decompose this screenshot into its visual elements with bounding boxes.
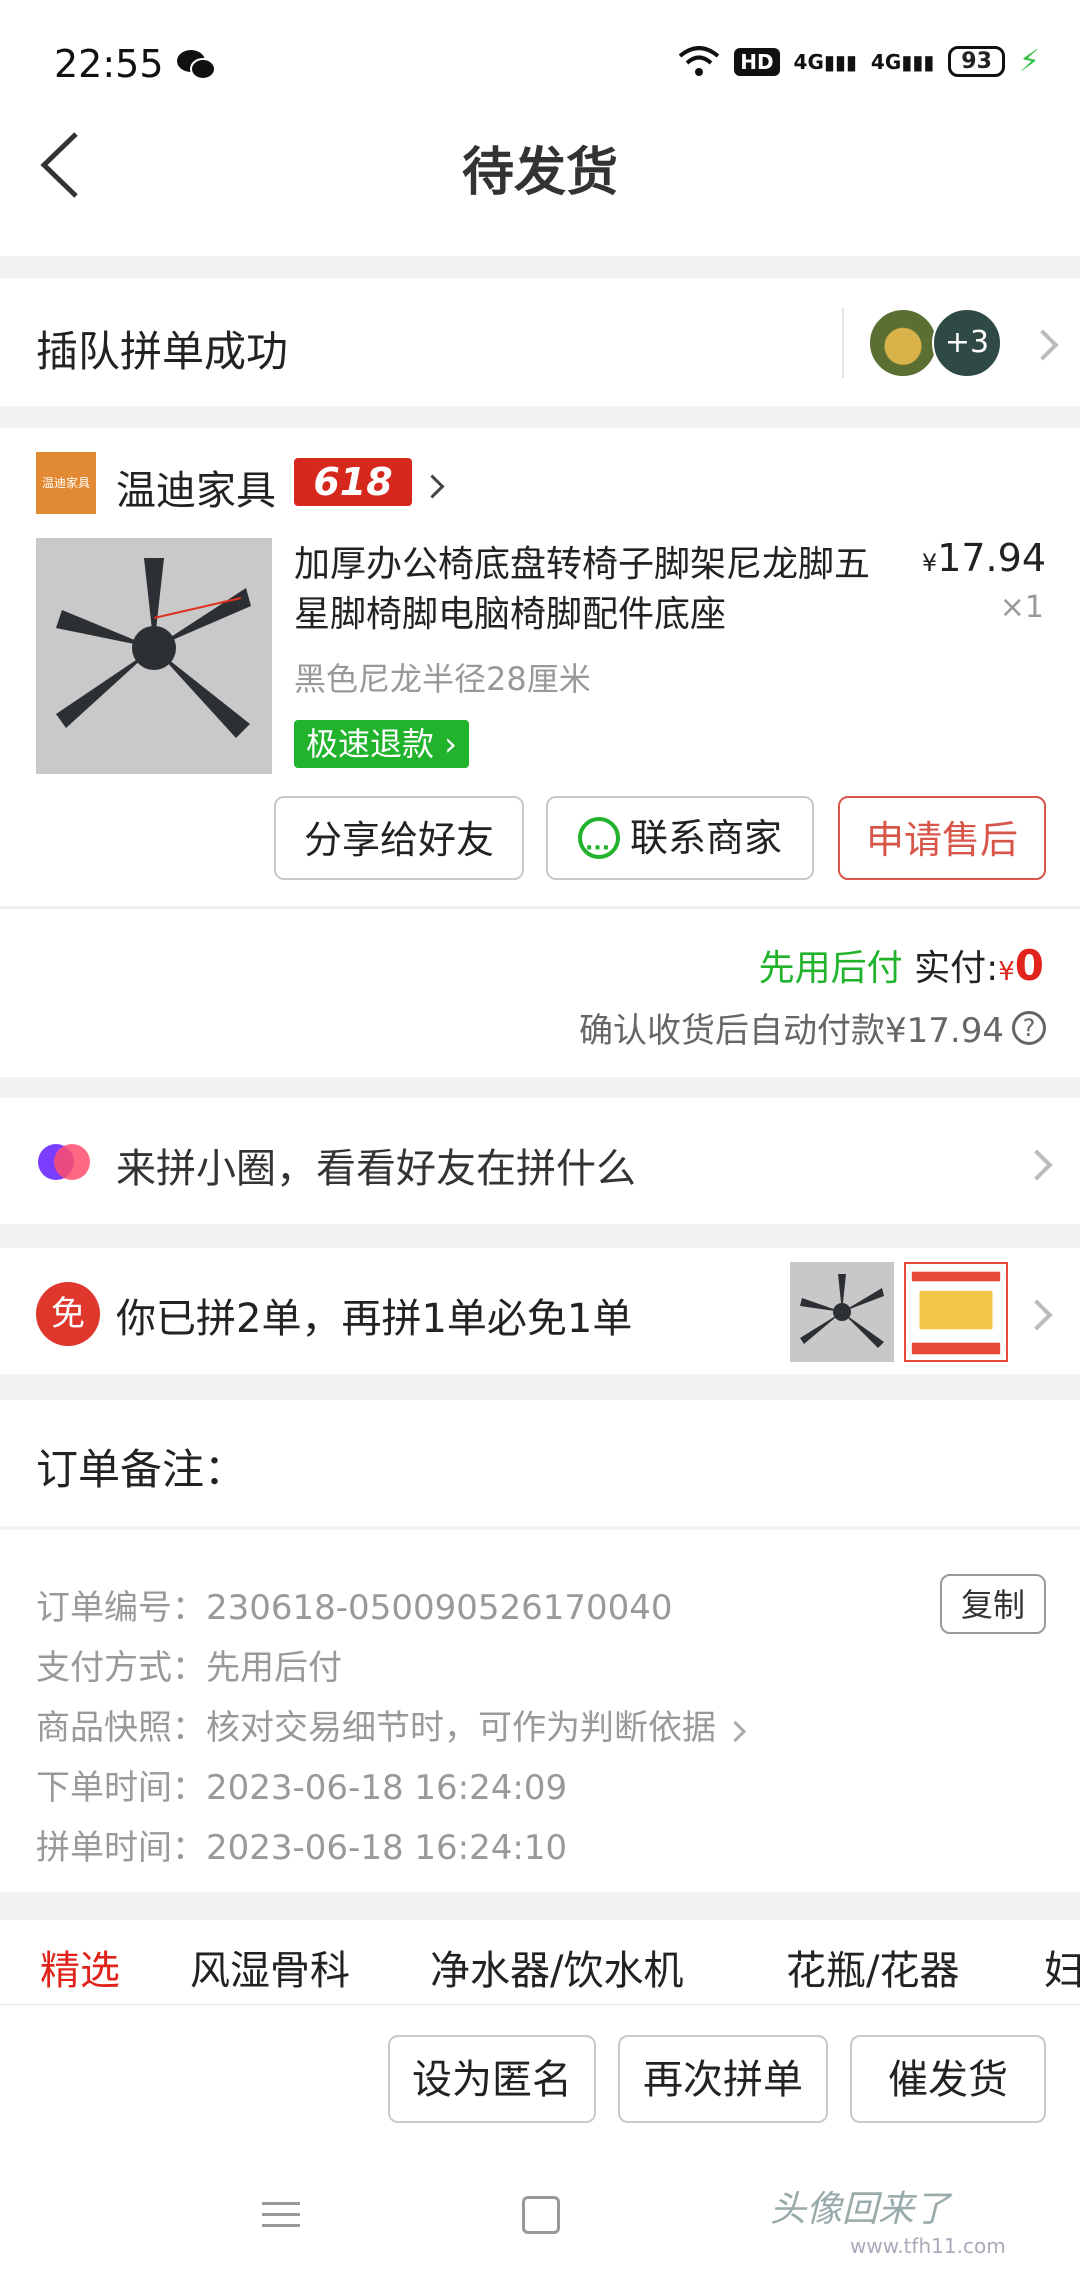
category-tabs: 精选 风湿骨科 净水器/饮水机 花瓶/花器 妇 [0,1920,1080,2004]
contact-merchant-label: 联系商家 [629,816,782,860]
signal-icon-2: 4G▮▮▮ [870,49,935,74]
chevron-right-icon [724,1720,747,1743]
wechat-icon [177,50,216,80]
category-tab[interactable]: 风湿骨科 [190,1938,350,1996]
group-success-row[interactable]: 插队拼单成功 +3 [0,278,1080,406]
menu-icon[interactable] [262,2200,300,2230]
product-snapshot[interactable]: 商品快照：核对交易细节时，可作为判断依据 [36,1700,747,1749]
product-thumbnail [790,1262,894,1362]
promo-badge-618: 618 [294,458,412,506]
group-success-text: 插队拼单成功 [36,327,289,376]
wifi-icon [678,45,720,76]
product-price: ¥17.94 [921,536,1046,580]
status-bar: 22:55 HD 4G▮▮▮ 4G▮▮▮ 93 ⚡ [0,0,1080,120]
watermark-url: www.tfh11.com [850,2234,1006,2258]
group-time: 拼单时间：2023-06-18 16:24:10 [36,1828,568,1868]
chevron-right-icon [1027,329,1059,361]
product-thumbnail [904,1262,1008,1362]
chevron-right-icon [1021,1299,1053,1331]
battery-icon: 93 [948,46,1005,77]
category-tab-selected[interactable]: 精选 [40,1938,120,1996]
page-title: 待发货 [461,143,618,203]
order-number: 订单编号：230618-050090526170040 [36,1588,673,1628]
status-icons: HD 4G▮▮▮ 4G▮▮▮ 93 ⚡ [678,44,1040,79]
watermark-logo: 头像回来了 [770,2189,951,2230]
category-tab[interactable]: 花瓶/花器 [786,1938,959,1996]
free-order-row[interactable]: 免 你已拼2单，再拼1单必免1单 [0,1248,1080,1374]
chevron-right-icon[interactable] [420,474,445,499]
hd-icon: HD [734,47,780,76]
chevron-right-icon [1021,1149,1053,1181]
paid-amount: 先用后付 实付:¥0 [758,941,1044,990]
order-note-label: 订单备注： [36,1445,247,1494]
free-badge-icon: 免 [36,1282,100,1346]
avatar-more-count: +3 [932,308,1002,378]
order-details: 订单编号：230618-050090526170040 复制 支付方式：先用后付… [0,1530,1080,1892]
shop-name[interactable]: 温迪家具 [116,458,276,516]
product-title[interactable]: 加厚办公椅底盘转椅子脚架尼龙脚五星脚椅脚电脑椅脚配件底座 [294,540,884,640]
category-tab[interactable]: 净水器/饮水机 [430,1938,683,1996]
system-nav-bar: 头像回来了 www.tfh11.com [0,2156,1080,2280]
contact-merchant-button[interactable]: 联系商家 [546,796,814,891]
after-sale-button[interactable]: 申请售后 [838,796,1046,880]
order-note-row[interactable]: 订单备注： [0,1400,1080,1526]
friends-circle-text: 来拼小圈，看看好友在拼什么 [116,1146,636,1192]
product-quantity: ×1 [999,590,1044,625]
signal-icon: 4G▮▮▮ [793,49,857,74]
friends-circle-icon [38,1144,90,1180]
set-anonymous-button[interactable]: 设为匿名 [388,2035,596,2123]
home-icon[interactable] [522,2196,560,2234]
shop-logo[interactable]: 温迪家具 [36,452,96,514]
friends-circle-row[interactable]: 来拼小圈，看看好友在拼什么 [0,1098,1080,1224]
bottom-action-bar: 设为匿名 再次拼单 催发货 [0,2004,1080,2157]
avatar [868,308,938,378]
payment-summary: 先用后付 实付:¥0 确认收货后自动付款¥17.94 ? [0,908,1080,1077]
charging-icon: ⚡ [1018,44,1040,79]
free-order-text: 你已拼2单，再拼1单必免1单 [116,1296,633,1342]
product-spec: 黑色尼龙半径28厘米 [294,660,591,698]
order-time: 下单时间：2023-06-18 16:24:09 [36,1768,568,1808]
order-card: 温迪家具 温迪家具 618 加厚办公椅底盘转椅子脚架尼龙脚五星脚椅脚电脑椅脚配件… [0,428,1080,906]
urge-shipping-button[interactable]: 催发货 [850,2035,1046,2123]
fast-refund-tag[interactable]: 极速退款 › [294,720,469,768]
help-icon[interactable]: ? [1012,1010,1046,1045]
status-time: 22:55 [54,42,164,86]
divider [842,308,844,378]
regroup-button[interactable]: 再次拼单 [618,2035,828,2123]
copy-button[interactable]: 复制 [940,1574,1046,1634]
category-tab[interactable]: 妇 [1044,1938,1080,1996]
share-to-friend-button[interactable]: 分享给好友 [274,796,524,880]
auto-pay-note: 确认收货后自动付款¥17.94 ? [579,1003,1046,1052]
product-image[interactable] [36,538,272,774]
chat-icon [577,807,620,891]
payment-method: 支付方式：先用后付 [36,1648,342,1688]
